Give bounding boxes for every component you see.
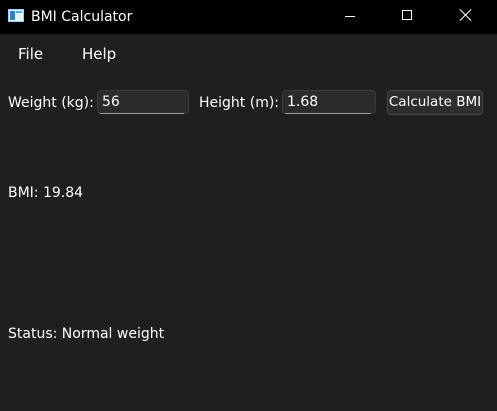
close-button[interactable] xyxy=(443,0,489,32)
height-input[interactable] xyxy=(287,93,367,111)
close-icon xyxy=(460,9,472,21)
window-title: BMI Calculator xyxy=(31,9,133,25)
minimize-button[interactable] xyxy=(327,0,373,32)
weight-label: Weight (kg): xyxy=(8,95,94,111)
minimize-icon xyxy=(345,16,355,17)
menu-help[interactable]: Help xyxy=(82,44,116,64)
app-icon xyxy=(8,9,24,22)
weight-input[interactable] xyxy=(102,93,182,111)
maximize-button[interactable] xyxy=(384,0,430,32)
title-bar[interactable]: BMI Calculator xyxy=(0,0,497,34)
weight-field[interactable] xyxy=(97,90,189,114)
menu-file[interactable]: File xyxy=(18,44,43,64)
calculate-bmi-button[interactable]: Calculate BMI xyxy=(387,90,483,115)
height-label: Height (m): xyxy=(199,95,280,111)
height-field[interactable] xyxy=(282,90,376,114)
bmi-result: BMI: 19.84 xyxy=(8,185,84,201)
bmi-calculator-window: BMI Calculator File Help Weight (kg): He… xyxy=(0,0,497,411)
status-result: Status: Normal weight xyxy=(8,326,165,342)
maximize-icon xyxy=(402,10,412,20)
menu-bar: File Help xyxy=(0,34,497,74)
